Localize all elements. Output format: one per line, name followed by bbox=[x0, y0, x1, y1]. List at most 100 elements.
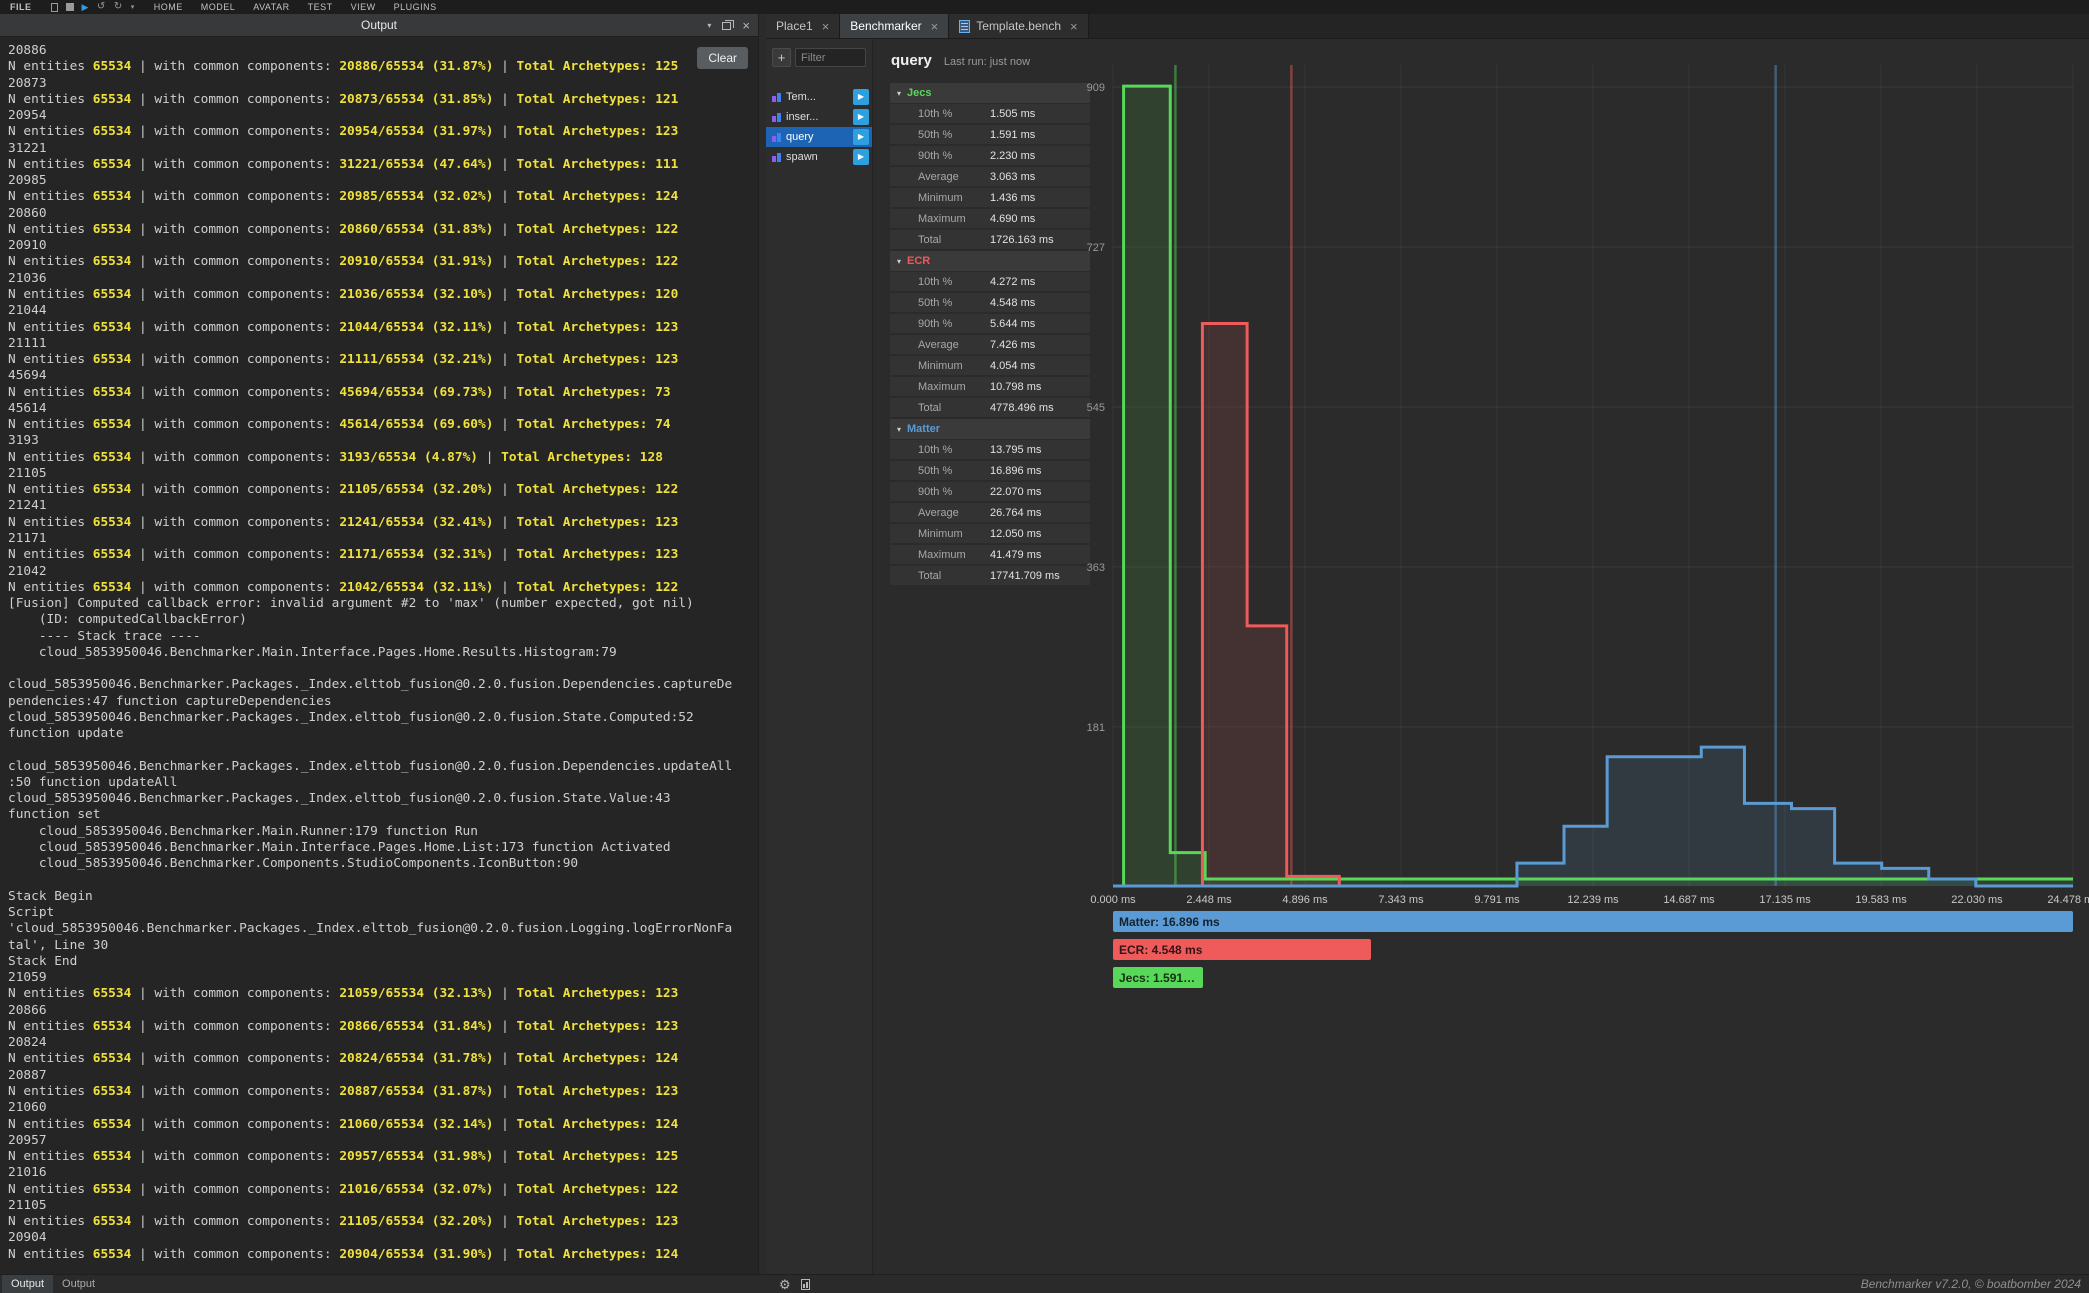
console-line: (ID: computedCallbackError) bbox=[8, 612, 758, 628]
stat-value: 41.479 ms bbox=[990, 549, 1041, 561]
play-icon[interactable]: ▶ bbox=[82, 3, 89, 12]
new-file-icon[interactable] bbox=[51, 3, 58, 12]
export-report-icon[interactable] bbox=[801, 1279, 810, 1290]
bench-item-inser[interactable]: inser... ▶ bbox=[766, 107, 872, 127]
console-line: 31221 bbox=[8, 141, 758, 157]
gear-icon[interactable]: ⚙ bbox=[779, 1278, 791, 1291]
console-line: function set bbox=[8, 807, 758, 823]
console-line: cloud_5853950046.Benchmarker.Main.Runner… bbox=[8, 824, 758, 840]
plugin-footer-icons: ⚙ bbox=[779, 1275, 810, 1293]
stat-value: 4.548 ms bbox=[990, 297, 1035, 309]
console-line: cloud_5853950046.Benchmarker.Components.… bbox=[8, 856, 758, 872]
panel-splitter[interactable] bbox=[758, 14, 766, 1274]
console-line: Script bbox=[8, 905, 758, 921]
benchmark-list: Tem...▶inser...▶query▶spawn▶ bbox=[766, 87, 872, 167]
console-line: 21105 bbox=[8, 466, 758, 482]
console-line: cloud_5853950046.Benchmarker.Packages._I… bbox=[8, 791, 758, 807]
chevron-down-icon[interactable]: ▾ bbox=[131, 4, 135, 11]
console-line bbox=[8, 661, 758, 677]
console-line: 21241 bbox=[8, 498, 758, 514]
stat-value: 13.795 ms bbox=[990, 444, 1041, 456]
stat-label: Average bbox=[890, 339, 959, 351]
run-subtitle: Last run: just now bbox=[944, 56, 1030, 68]
console-line: cloud_5853950046.Benchmarker.Main.Interf… bbox=[8, 840, 758, 856]
dock-tab-output-0[interactable]: Output bbox=[2, 1275, 53, 1293]
chevron-down-icon: ▾ bbox=[897, 89, 901, 98]
status-bar: OutputOutput ⚙ Benchmarker v7.2.0, © boa… bbox=[0, 1274, 2089, 1293]
redo-icon[interactable]: ↻ bbox=[114, 2, 123, 12]
console-line: 20824 bbox=[8, 1035, 758, 1051]
menu-file[interactable]: FILE bbox=[10, 2, 41, 12]
console-line: 20985 bbox=[8, 173, 758, 189]
console-line: 20957 bbox=[8, 1133, 758, 1149]
tab-close-icon[interactable]: × bbox=[931, 19, 939, 34]
console-line: function update bbox=[8, 726, 758, 742]
legend-bar-ecr: ECR: 4.548 ms bbox=[1113, 939, 1371, 960]
save-icon[interactable] bbox=[66, 3, 74, 11]
panel-dropdown-icon[interactable]: ▾ bbox=[707, 21, 711, 30]
run-benchmark-button[interactable]: ▶ bbox=[853, 129, 869, 145]
stat-value: 12.050 ms bbox=[990, 528, 1041, 540]
console-line: cloud_5853950046.Benchmarker.Packages._I… bbox=[8, 677, 758, 693]
console-line: 45694 bbox=[8, 368, 758, 384]
bench-item-label: inser... bbox=[786, 111, 818, 123]
legend-bar-matter: Matter: 16.896 ms bbox=[1113, 911, 2073, 932]
tab-place1[interactable]: Place1× bbox=[766, 14, 840, 38]
console-line: cloud_5853950046.Benchmarker.Main.Interf… bbox=[8, 645, 758, 661]
output-panel-title: Output bbox=[0, 18, 758, 32]
benchmark-icon bbox=[771, 132, 782, 143]
results-content: query Last run: just now ▾Jecs10th %1.50… bbox=[873, 39, 2089, 1274]
tab-close-icon[interactable]: × bbox=[1070, 19, 1078, 34]
tab-benchmarker[interactable]: Benchmarker × bbox=[840, 14, 949, 38]
add-benchmark-button[interactable]: + bbox=[772, 48, 791, 67]
x-tick-label: 4.896 ms bbox=[1282, 894, 1328, 906]
bench-item-query[interactable]: query ▶ bbox=[766, 127, 872, 147]
console-line: 21036 bbox=[8, 271, 758, 287]
console-line: 20866 bbox=[8, 1003, 758, 1019]
float-window-icon[interactable] bbox=[722, 22, 731, 30]
studio-toolbar: FILE ▶ ↺ ↻ ▾ HOMEMODELAVATARTESTVIEWPLUG… bbox=[0, 0, 2089, 14]
console-line: N entities 65534 | with common component… bbox=[8, 385, 758, 401]
stat-label: 10th % bbox=[890, 276, 952, 288]
tab-template-bench[interactable]: Template.bench× bbox=[949, 14, 1088, 38]
console-line: 21016 bbox=[8, 1165, 758, 1181]
bench-item-spawn[interactable]: spawn▶ bbox=[766, 147, 872, 167]
y-tick-label: 545 bbox=[1087, 402, 1105, 414]
menu-plugins[interactable]: PLUGINS bbox=[385, 2, 446, 12]
legend-label: Matter: 16.896 ms bbox=[1119, 915, 1220, 929]
legend-label: Jecs: 1.591 ms bbox=[1119, 971, 1197, 985]
bench-item-label: query bbox=[786, 131, 814, 143]
console-line: 21111 bbox=[8, 336, 758, 352]
stat-label: 50th % bbox=[890, 297, 952, 309]
plugin-credit: Benchmarker v7.2.0, © boatbomber 2024 bbox=[1861, 1275, 2081, 1293]
console-line: N entities 65534 | with common component… bbox=[8, 92, 758, 108]
stat-label: Maximum bbox=[890, 381, 966, 393]
menu-test[interactable]: TEST bbox=[299, 2, 342, 12]
x-tick-label: 22.030 ms bbox=[1951, 894, 2003, 906]
dock-tabs: OutputOutput bbox=[2, 1275, 104, 1293]
clear-output-button[interactable]: Clear bbox=[697, 47, 748, 69]
console-line: 21059 bbox=[8, 970, 758, 986]
benchmarker-region: Place1×Benchmarker×Template.bench× + Tem… bbox=[766, 14, 2089, 1274]
menu-view[interactable]: VIEW bbox=[342, 2, 385, 12]
chevron-down-icon: ▾ bbox=[897, 425, 901, 434]
menu-model[interactable]: MODEL bbox=[192, 2, 245, 12]
run-benchmark-button[interactable]: ▶ bbox=[853, 109, 869, 125]
console-line: N entities 65534 | with common component… bbox=[8, 287, 758, 303]
run-benchmark-button[interactable]: ▶ bbox=[853, 149, 869, 165]
stat-value: 1.591 ms bbox=[990, 129, 1035, 141]
menu-avatar[interactable]: AVATAR bbox=[244, 2, 298, 12]
tab-label: Benchmarker bbox=[850, 19, 921, 33]
bench-item-tem[interactable]: Tem...▶ bbox=[766, 87, 872, 107]
console-line: Stack End bbox=[8, 954, 758, 970]
dock-tab-output-1[interactable]: Output bbox=[53, 1275, 104, 1293]
console-line: N entities 65534 | with common component… bbox=[8, 482, 758, 498]
console-log[interactable]: 20886N entities 65534 | with common comp… bbox=[0, 37, 758, 1274]
tab-close-icon[interactable]: × bbox=[822, 19, 830, 34]
undo-icon[interactable]: ↺ bbox=[97, 2, 106, 12]
run-benchmark-button[interactable]: ▶ bbox=[853, 89, 869, 105]
stat-value: 7.426 ms bbox=[990, 339, 1035, 351]
menu-home[interactable]: HOME bbox=[145, 2, 192, 12]
filter-input[interactable] bbox=[795, 48, 866, 67]
close-icon[interactable]: × bbox=[742, 19, 750, 32]
